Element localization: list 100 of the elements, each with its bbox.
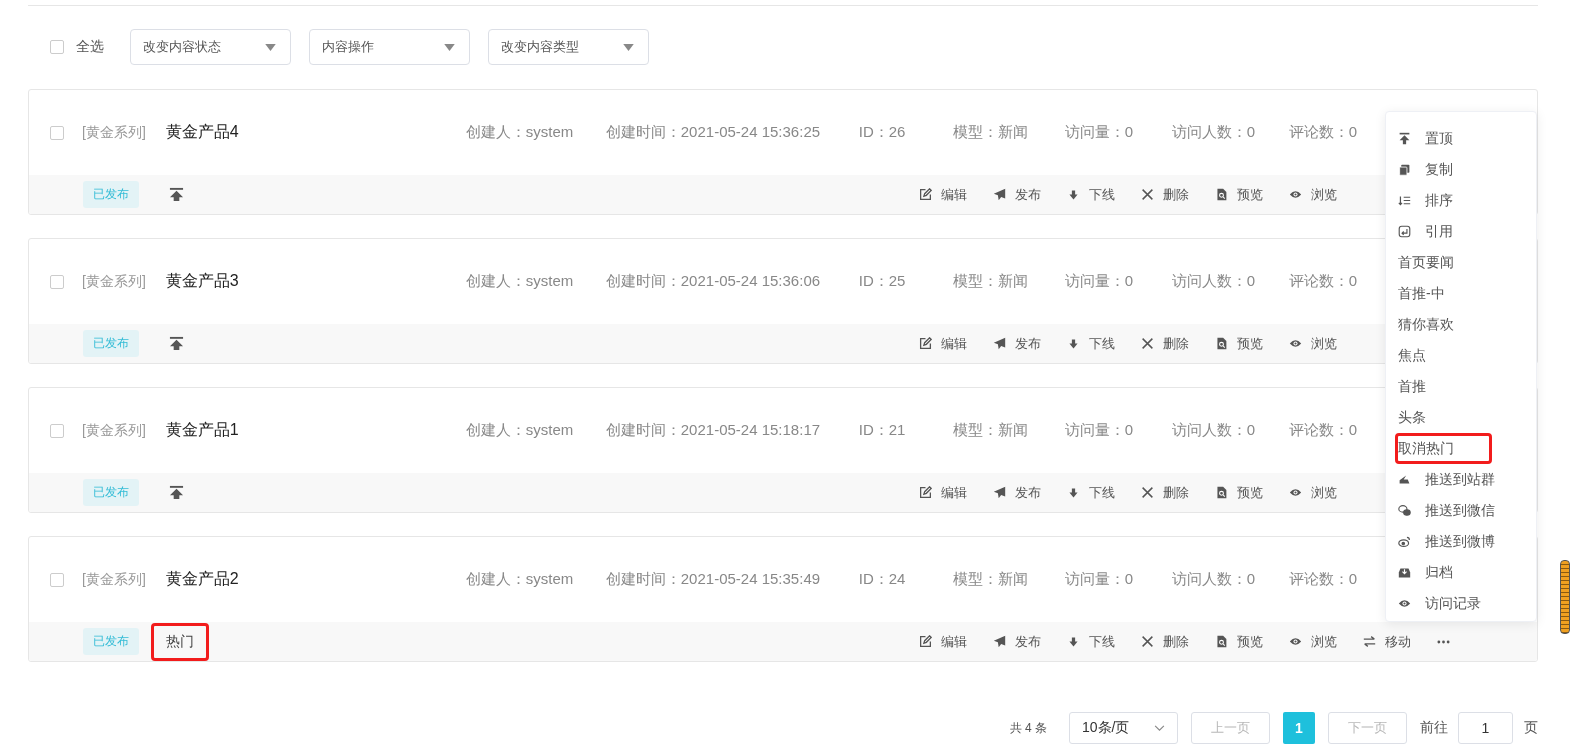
menu-item[interactable]: 推送到站群 <box>1398 464 1536 495</box>
action-link[interactable]: 编辑 <box>919 334 967 353</box>
row-checkbox[interactable] <box>50 572 64 587</box>
dropdown-select[interactable]: 改变内容类型 <box>488 29 649 65</box>
pin-top-icon[interactable] <box>169 485 184 500</box>
down-arrow-icon <box>1067 188 1080 201</box>
meta-text: 创建时间：2021-05-24 15:36:25 <box>605 123 822 142</box>
pin-top-icon[interactable] <box>169 336 184 351</box>
menu-item[interactable]: 排序 <box>1398 185 1536 216</box>
dropdown-select[interactable]: 内容操作 <box>309 29 470 65</box>
tray-download-icon <box>1398 566 1411 579</box>
edit-icon <box>919 188 932 201</box>
action-link[interactable]: 发布 <box>993 483 1041 502</box>
category-label: [黄金系列] <box>82 272 146 291</box>
page-input[interactable]: 1 <box>1458 712 1513 744</box>
menu-item[interactable]: 推送到微信 <box>1398 495 1536 526</box>
content-title[interactable]: 黄金产品3 <box>165 271 466 292</box>
action-link[interactable]: 下线 <box>1067 632 1115 651</box>
document-search-icon <box>1215 635 1228 648</box>
eye-icon <box>1289 635 1302 648</box>
status-tag: 已发布 <box>83 181 139 208</box>
edit-icon <box>919 486 932 499</box>
action-link[interactable]: 下线 <box>1067 483 1115 502</box>
paper-plane-icon <box>993 188 1006 201</box>
meta-text: 访问量：0 <box>1064 421 1135 440</box>
action-link[interactable]: 浏览 <box>1289 632 1337 651</box>
category-label: [黄金系列] <box>82 123 146 142</box>
action-link[interactable]: 下线 <box>1067 185 1115 204</box>
page-suffix: 页 <box>1524 719 1538 737</box>
action-link[interactable]: 发布 <box>993 632 1041 651</box>
action-link[interactable]: 删除 <box>1141 334 1189 353</box>
row-checkbox[interactable] <box>50 423 64 438</box>
chat-bubbles-icon <box>1398 504 1411 517</box>
menu-item[interactable]: 焦点 <box>1398 340 1536 371</box>
meta-text: ID：21 <box>858 421 907 440</box>
row-checkbox[interactable] <box>50 125 64 140</box>
action-link[interactable]: 删除 <box>1141 483 1189 502</box>
action-link[interactable]: 浏览 <box>1289 483 1337 502</box>
eye-icon <box>1289 337 1302 350</box>
action-link[interactable]: 发布 <box>993 185 1041 204</box>
content-title[interactable]: 黄金产品1 <box>165 420 466 441</box>
page-size-select[interactable]: 10条/页 <box>1069 712 1178 744</box>
close-icon <box>1141 337 1154 350</box>
menu-item[interactable]: 置顶 <box>1398 123 1536 154</box>
action-link[interactable]: 删除 <box>1141 632 1189 651</box>
menu-item[interactable]: 归档 <box>1398 557 1536 588</box>
paper-plane-icon <box>993 486 1006 499</box>
action-link[interactable]: 下线 <box>1067 334 1115 353</box>
meta-text: 评论数：0 <box>1288 272 1358 291</box>
document-search-icon <box>1215 188 1228 201</box>
menu-item[interactable]: 访问记录 <box>1398 588 1536 619</box>
menu-item[interactable]: 推送到微博 <box>1398 526 1536 557</box>
eye-icon <box>1398 597 1411 610</box>
menu-item[interactable]: 首页要闻 <box>1398 247 1536 278</box>
action-link[interactable]: 预览 <box>1215 483 1263 502</box>
meta-text: 创建时间：2021-05-24 15:36:06 <box>605 272 822 291</box>
content-title[interactable]: 黄金产品2 <box>165 569 466 590</box>
swap-arrows-icon <box>1363 635 1376 648</box>
menu-item[interactable]: 引用 <box>1398 216 1536 247</box>
status-tag: 已发布 <box>83 628 139 655</box>
menu-item[interactable]: 头条 <box>1398 402 1536 433</box>
action-link[interactable]: 预览 <box>1215 334 1263 353</box>
action-link[interactable]: 编辑 <box>919 483 967 502</box>
action-link[interactable]: 浏览 <box>1289 185 1337 204</box>
menu-item[interactable]: 首推 <box>1398 371 1536 402</box>
meta-text: 创建人：system <box>465 570 575 589</box>
meta-text: 访问量：0 <box>1064 570 1135 589</box>
action-link[interactable]: 浏览 <box>1289 334 1337 353</box>
paper-plane-icon <box>993 635 1006 648</box>
select-all-checkbox[interactable] <box>50 40 64 54</box>
meta-text: ID：26 <box>858 123 907 142</box>
more-icon <box>1437 639 1450 644</box>
down-arrow-icon <box>1067 337 1080 350</box>
menu-item[interactable]: 猜你喜欢 <box>1398 309 1536 340</box>
edit-icon <box>919 635 932 648</box>
menu-item[interactable]: 取消热门 <box>1395 433 1492 464</box>
action-link[interactable]: 预览 <box>1215 632 1263 651</box>
chevron-icon <box>1154 724 1165 732</box>
caret-icon <box>444 43 455 51</box>
action-link[interactable]: 移动 <box>1363 632 1411 651</box>
action-link[interactable]: 预览 <box>1215 185 1263 204</box>
scrollbar-thumb[interactable] <box>1560 560 1570 634</box>
pin-top-icon[interactable] <box>169 187 184 202</box>
action-link[interactable]: 删除 <box>1141 185 1189 204</box>
dropdown-select[interactable]: 改变内容状态 <box>130 29 291 65</box>
weibo-icon <box>1398 535 1411 548</box>
action-link[interactable]: 编辑 <box>919 632 967 651</box>
meta-text: 评论数：0 <box>1288 570 1358 589</box>
action-link[interactable]: 发布 <box>993 334 1041 353</box>
menu-item[interactable]: 复制 <box>1398 154 1536 185</box>
content-title[interactable]: 黄金产品4 <box>165 122 466 143</box>
action-link[interactable]: 编辑 <box>919 185 967 204</box>
row-checkbox[interactable] <box>50 274 64 289</box>
menu-item[interactable]: 首推-中 <box>1398 278 1536 309</box>
meta-text: 创建人：system <box>465 421 575 440</box>
close-icon <box>1141 486 1154 499</box>
meta-text: 模型：新闻 <box>952 123 1029 142</box>
meta-text: 访问人数：0 <box>1171 272 1257 291</box>
meta-text: 模型：新闻 <box>952 570 1029 589</box>
copy-icon <box>1398 163 1411 176</box>
